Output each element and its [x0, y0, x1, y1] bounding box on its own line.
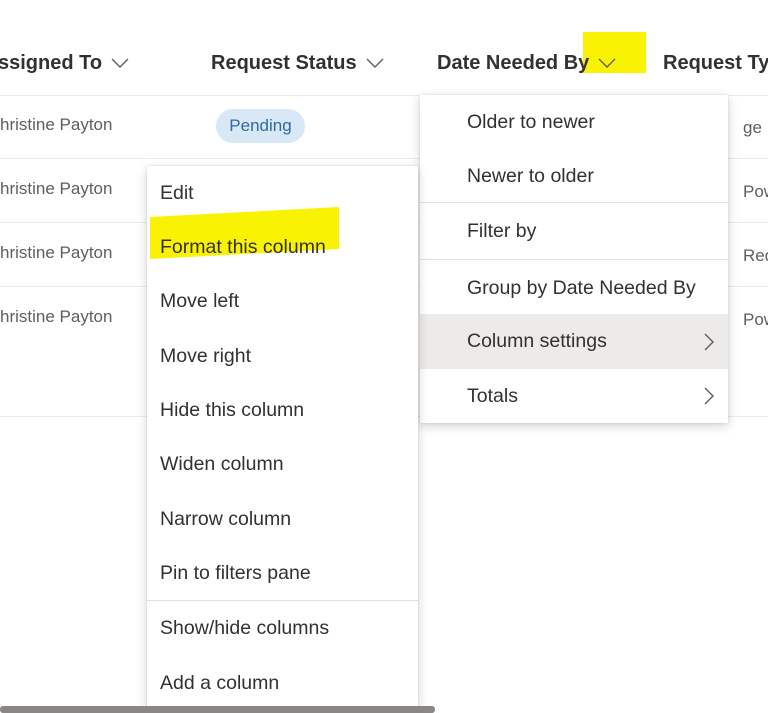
- menu-item-older-to-newer[interactable]: Older to newer: [420, 95, 728, 149]
- column-settings-submenu: Edit Format this column Move left Move r…: [147, 166, 418, 710]
- menu-item-label: Newer to older: [467, 164, 594, 187]
- menu-item-widen-column[interactable]: Widen column: [147, 437, 418, 491]
- cell-assigned-to: hristine Payton: [0, 243, 113, 262]
- menu-item-format-this-column[interactable]: Format this column: [147, 220, 418, 274]
- chevron-down-icon[interactable]: [366, 57, 384, 69]
- menu-item-label: Group by Date Needed By: [467, 276, 696, 299]
- menu-item-label: Move left: [160, 289, 240, 312]
- status-badge: Pending: [216, 109, 305, 143]
- menu-item-label: Widen column: [160, 452, 284, 475]
- column-header-request-status[interactable]: Request Status: [211, 48, 384, 78]
- cell-assigned-to: hristine Payton: [0, 307, 113, 326]
- column-header-row: ssigned To Request Status Date Needed By…: [0, 0, 768, 96]
- menu-item-filter-by[interactable]: Filter by: [420, 204, 728, 258]
- cell-request-type: ge Re: [743, 118, 768, 137]
- menu-item-label: Pin to filters pane: [160, 561, 311, 584]
- menu-item-label: Older to newer: [467, 110, 595, 133]
- menu-item-label: Show/hide columns: [160, 616, 330, 639]
- chevron-down-icon[interactable]: [111, 57, 129, 69]
- cell-assigned-to: hristine Payton: [0, 115, 113, 134]
- menu-item-label: Move right: [160, 344, 252, 367]
- column-header-label: ssigned To: [0, 51, 103, 74]
- column-header-assigned-to[interactable]: ssigned To: [0, 48, 129, 78]
- menu-item-hide-this-column[interactable]: Hide this column: [147, 383, 418, 437]
- menu-item-label: Filter by: [467, 219, 537, 242]
- cell-request-type: Powe: [743, 182, 768, 201]
- menu-item-newer-to-older[interactable]: Newer to older: [420, 149, 728, 203]
- horizontal-scrollbar[interactable]: [0, 706, 435, 713]
- menu-item-move-left[interactable]: Move left: [147, 274, 418, 328]
- menu-item-label: Totals: [467, 384, 518, 407]
- menu-item-column-settings[interactable]: Column settings: [420, 314, 728, 369]
- cell-request-type: Powe: [743, 310, 768, 329]
- menu-item-label: Column settings: [467, 330, 607, 352]
- menu-item-narrow-column[interactable]: Narrow column: [147, 492, 418, 546]
- cell-assigned-to: hristine Payton: [0, 179, 113, 198]
- menu-item-label: Edit: [160, 181, 194, 204]
- menu-item-add-a-column[interactable]: Add a column: [147, 656, 418, 710]
- menu-item-label: Narrow column: [160, 507, 292, 530]
- menu-item-move-right[interactable]: Move right: [147, 329, 418, 383]
- chevron-down-icon[interactable]: [598, 57, 616, 69]
- menu-item-label: Add a column: [160, 671, 280, 694]
- menu-item-group-by[interactable]: Group by Date Needed By: [420, 261, 728, 315]
- menu-item-label: Hide this column: [160, 398, 305, 421]
- column-header-menu: Older to newer Newer to older Filter by …: [420, 95, 728, 423]
- column-header-label: Request Status: [211, 51, 357, 74]
- column-header-request-type[interactable]: Request Ty: [663, 48, 768, 78]
- menu-item-edit[interactable]: Edit: [147, 166, 418, 220]
- menu-divider: [420, 259, 728, 260]
- menu-item-label: Format this column: [160, 235, 326, 258]
- cell-request-type: Reque: [743, 246, 768, 265]
- menu-divider: [420, 202, 728, 203]
- menu-item-show-hide-columns[interactable]: Show/hide columns: [147, 601, 418, 655]
- column-header-date-needed-by[interactable]: Date Needed By: [437, 48, 616, 78]
- column-header-label: Date Needed By: [437, 51, 590, 74]
- menu-item-pin-to-filters-pane[interactable]: Pin to filters pane: [147, 546, 418, 600]
- chevron-right-icon: [704, 333, 714, 350]
- menu-item-totals[interactable]: Totals: [420, 369, 728, 423]
- chevron-right-icon: [704, 387, 714, 405]
- column-header-label: Request Ty: [663, 51, 768, 74]
